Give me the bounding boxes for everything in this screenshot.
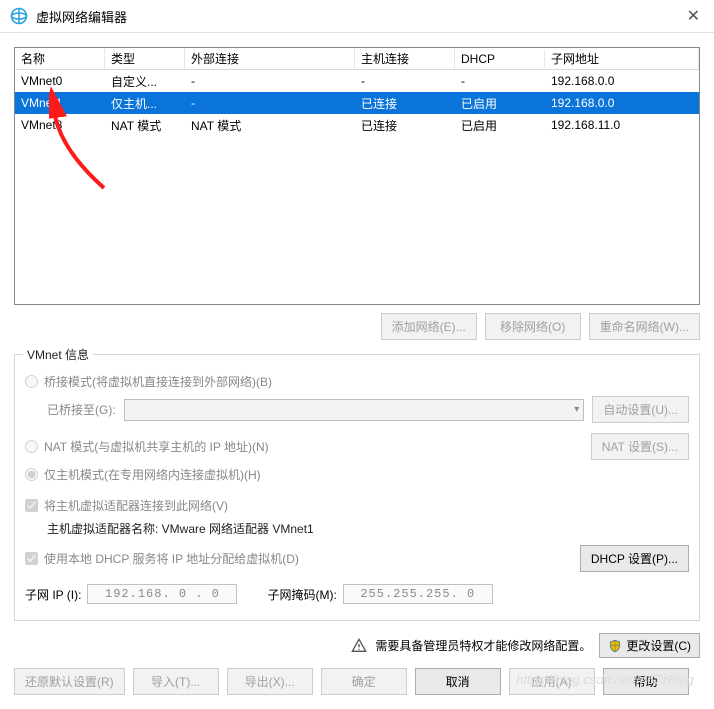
cell-type: 仅主机... — [105, 93, 185, 114]
cell-subnet: 192.168.0.0 — [545, 94, 699, 112]
cell-host: - — [355, 72, 455, 90]
network-table[interactable]: 名称 类型 外部连接 主机连接 DHCP 子网地址 VMnet0自定义...--… — [14, 47, 700, 305]
bridged-to-dropdown: ▾ — [124, 399, 585, 421]
table-row[interactable]: VMnet8NAT 模式NAT 模式已连接已启用192.168.11.0 — [15, 114, 699, 136]
rename-network-button: 重命名网络(W)... — [589, 313, 700, 340]
import-button: 导入(T)... — [133, 668, 219, 695]
shield-icon — [608, 639, 622, 653]
subnet-mask-field: 255.255.255. 0 — [343, 584, 493, 604]
window-title: 虚拟网络编辑器 — [36, 7, 683, 26]
apply-button: 应用(A) — [509, 668, 595, 695]
col-external[interactable]: 外部连接 — [185, 48, 355, 69]
use-dhcp-checkbox — [25, 552, 38, 565]
nat-label: NAT 模式(与虚拟机共享主机的 IP 地址)(N) — [44, 438, 269, 455]
cell-host: 已连接 — [355, 115, 455, 136]
cell-name: VMnet1 — [15, 94, 105, 112]
cell-subnet: 192.168.11.0 — [545, 116, 699, 134]
cell-ext: - — [185, 72, 355, 90]
col-host[interactable]: 主机连接 — [355, 48, 455, 69]
cell-dhcp: 已启用 — [455, 93, 545, 114]
col-dhcp[interactable]: DHCP — [455, 50, 545, 68]
nat-settings-button: NAT 设置(S)... — [591, 433, 689, 460]
bridged-label: 桥接模式(将虚拟机直接连接到外部网络)(B) — [44, 373, 272, 390]
title-bar: 虚拟网络编辑器 ✕ — [0, 0, 714, 33]
cell-subnet: 192.168.0.0 — [545, 72, 699, 90]
close-icon[interactable]: ✕ — [683, 6, 704, 26]
app-icon — [10, 7, 28, 25]
cancel-button[interactable]: 取消 — [415, 668, 501, 695]
hostonly-label: 仅主机模式(在专用网络内连接虚拟机)(H) — [44, 466, 261, 483]
adapter-name-text: 主机虚拟适配器名称: VMware 网络适配器 VMnet1 — [47, 520, 689, 537]
vmnet-info-group: VMnet 信息 桥接模式(将虚拟机直接连接到外部网络)(B) 已桥接至(G):… — [14, 354, 700, 621]
cell-dhcp: - — [455, 72, 545, 90]
bridged-to-label: 已桥接至(G): — [47, 401, 116, 418]
cell-dhcp: 已启用 — [455, 115, 545, 136]
table-row[interactable]: VMnet1仅主机...-已连接已启用192.168.0.0 — [15, 92, 699, 114]
auto-settings-button: 自动设置(U)... — [592, 396, 689, 423]
table-header: 名称 类型 外部连接 主机连接 DHCP 子网地址 — [15, 48, 699, 70]
chevron-down-icon: ▾ — [574, 404, 579, 415]
connect-host-label: 将主机虚拟适配器连接到此网络(V) — [44, 497, 228, 514]
col-subnet[interactable]: 子网地址 — [545, 48, 699, 69]
warning-icon — [351, 638, 367, 654]
change-settings-label: 更改设置(C) — [626, 637, 691, 654]
vmnet-info-legend: VMnet 信息 — [23, 346, 93, 363]
subnet-mask-label: 子网掩码(M): — [267, 586, 336, 603]
table-row[interactable]: VMnet0自定义...---192.168.0.0 — [15, 70, 699, 92]
remove-network-button: 移除网络(O) — [485, 313, 581, 340]
cell-ext: - — [185, 94, 355, 112]
subnet-ip-label: 子网 IP (I): — [25, 586, 81, 603]
use-dhcp-label: 使用本地 DHCP 服务将 IP 地址分配给虚拟机(D) — [44, 550, 299, 567]
help-button[interactable]: 帮助 — [603, 668, 689, 695]
cell-host: 已连接 — [355, 93, 455, 114]
warning-text: 需要具备管理员特权才能修改网络配置。 — [375, 637, 591, 654]
cell-type: NAT 模式 — [105, 115, 185, 136]
connect-host-checkbox — [25, 499, 38, 512]
cell-ext: NAT 模式 — [185, 115, 355, 136]
col-type[interactable]: 类型 — [105, 48, 185, 69]
bridged-radio — [25, 375, 38, 388]
cell-name: VMnet8 — [15, 116, 105, 134]
ok-button: 确定 — [321, 668, 407, 695]
nat-radio — [25, 440, 38, 453]
cell-name: VMnet0 — [15, 72, 105, 90]
export-button: 导出(X)... — [227, 668, 313, 695]
restore-defaults-button: 还原默认设置(R) — [14, 668, 125, 695]
dhcp-settings-button[interactable]: DHCP 设置(P)... — [580, 545, 689, 572]
col-name[interactable]: 名称 — [15, 48, 105, 69]
cell-type: 自定义... — [105, 71, 185, 92]
subnet-ip-field: 192.168. 0 . 0 — [87, 584, 237, 604]
hostonly-radio — [25, 468, 38, 481]
change-settings-button[interactable]: 更改设置(C) — [599, 633, 700, 658]
add-network-button: 添加网络(E)... — [381, 313, 477, 340]
